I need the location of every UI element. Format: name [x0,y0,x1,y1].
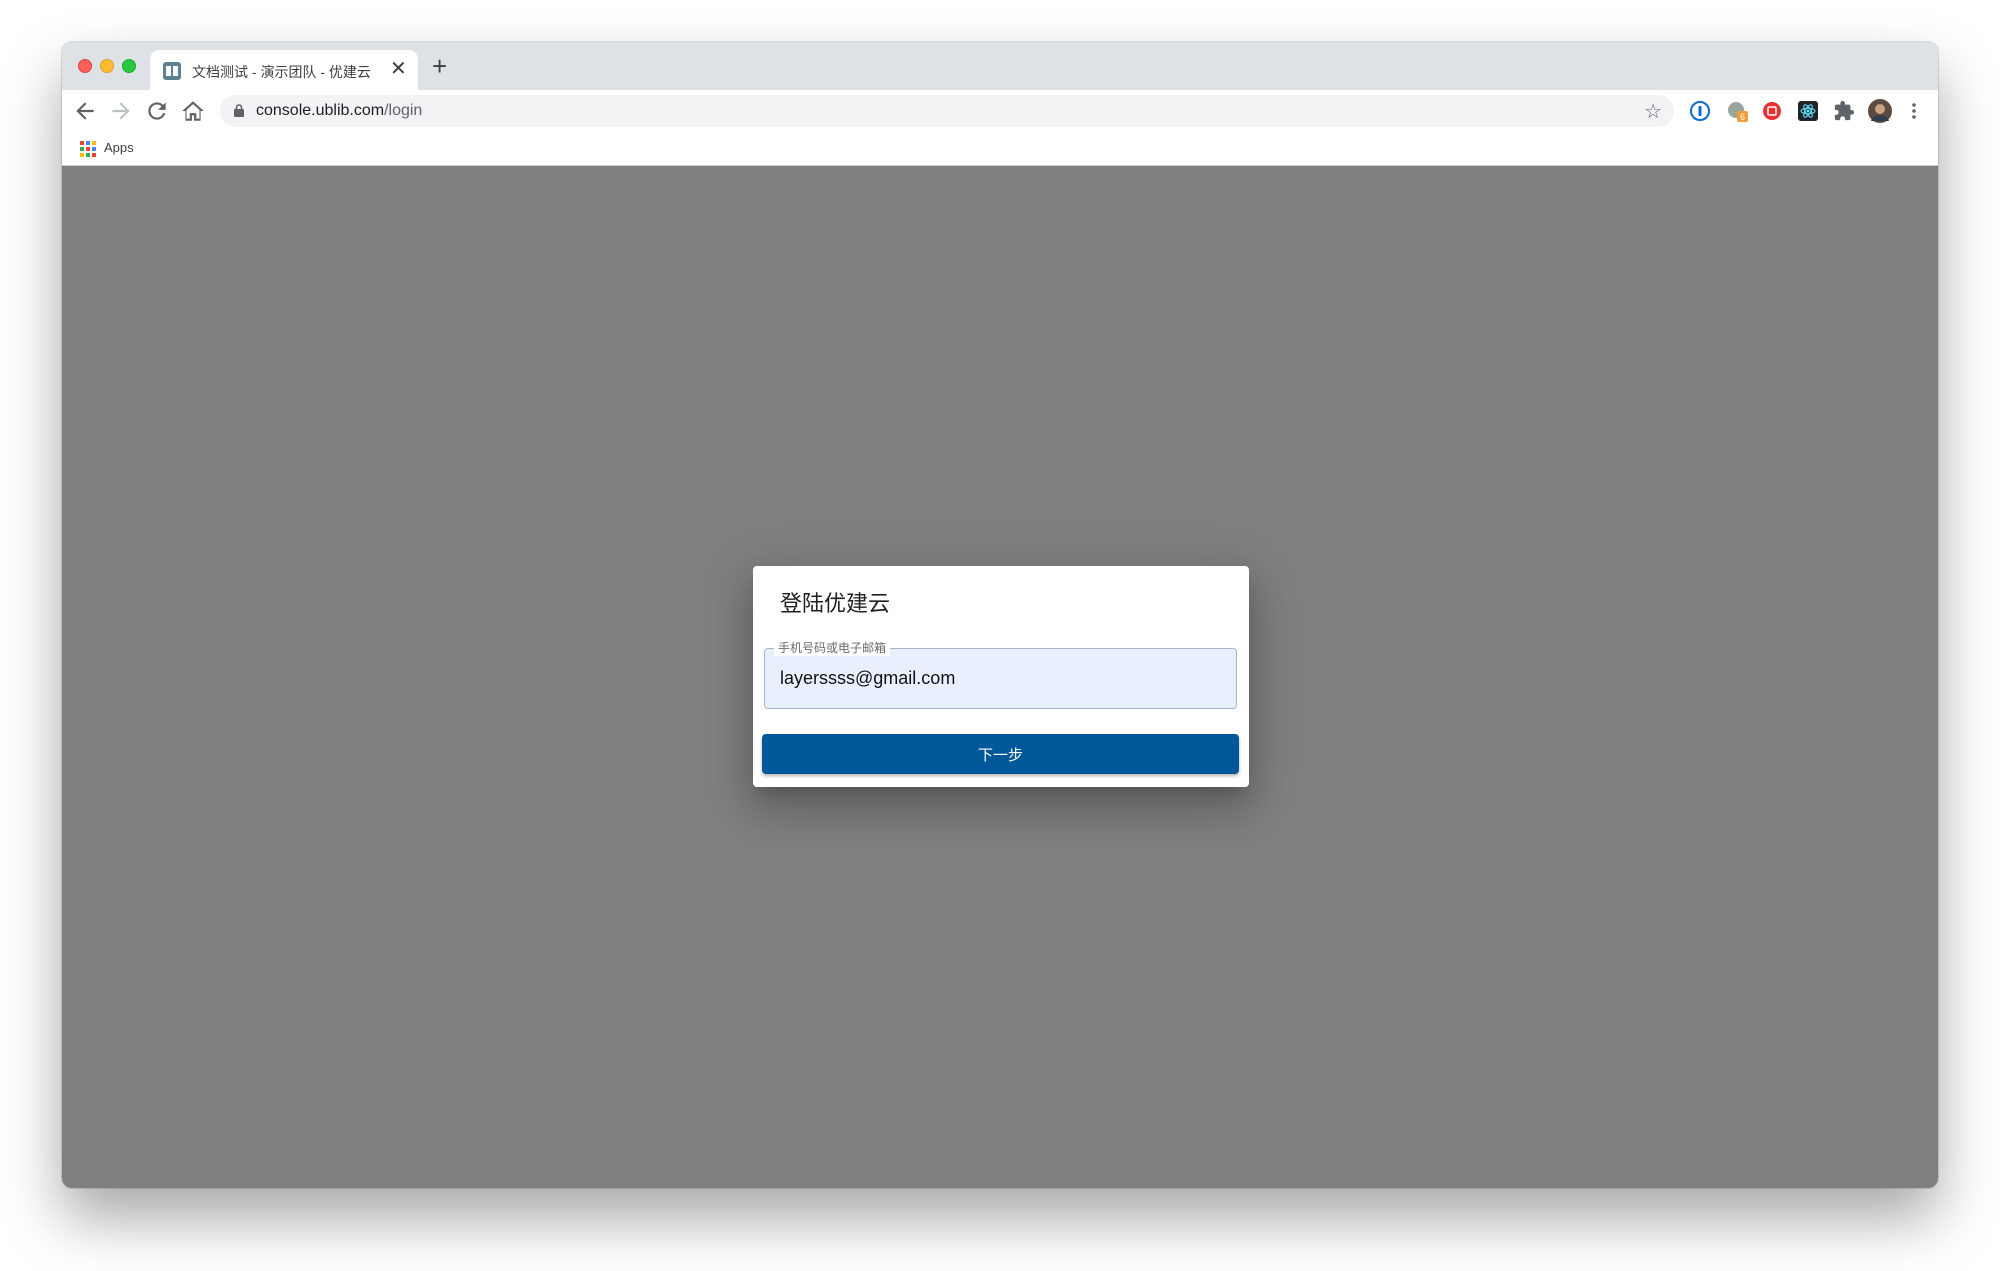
url-path: /login [384,102,423,119]
close-tab-icon[interactable]: ✕ [390,59,407,79]
dialog-title: 登陆优建云 [780,592,891,617]
account-field[interactable]: 手机号码或电子邮箱 [764,640,1237,709]
close-window-button[interactable] [78,59,92,73]
new-tab-button[interactable]: + [432,53,447,79]
badge-extension-icon[interactable]: 6 [1726,100,1748,122]
tab-strip: 文档测试 - 演示团队 - 优建云 ✕ + [62,42,1938,90]
home-icon[interactable] [180,98,206,124]
book-favicon-icon [163,62,181,80]
bookmark-star-icon[interactable]: ☆ [1644,99,1662,124]
account-field-label: 手机号码或电子邮箱 [774,640,891,656]
url-host: console.ublib.com [256,102,385,119]
react-devtools-icon[interactable] [1797,100,1819,122]
extension-badge-count: 6 [1740,112,1745,122]
account-input[interactable] [780,668,1220,689]
next-button[interactable]: 下一步 [762,734,1239,774]
tab-title: 文档测试 - 演示团队 - 优建云 [192,64,371,80]
red-extension-icon[interactable] [1761,100,1783,122]
puzzle-extensions-icon[interactable] [1833,100,1855,122]
back-arrow-icon[interactable] [72,98,98,124]
menu-dots-icon[interactable] [1903,100,1925,122]
bookmark-apps[interactable]: Apps [104,140,134,155]
profile-avatar[interactable] [1868,99,1892,123]
page-backdrop: 登陆优建云 手机号码或电子邮箱 下一步 [62,166,1938,1188]
lock-icon[interactable] [234,104,244,117]
address-bar[interactable]: console.ublib.com/login ☆ [220,95,1674,127]
url-text: console.ublib.com/login [256,102,422,120]
tab-active[interactable]: 文档测试 - 演示团队 - 优建云 ✕ [150,50,418,90]
browser-window: 文档测试 - 演示团队 - 优建云 ✕ + console.ublib.com/… [62,42,1938,1188]
reload-icon[interactable] [144,98,170,124]
minimize-window-button[interactable] [100,59,114,73]
1password-icon[interactable] [1689,100,1711,122]
apps-grid-icon[interactable] [80,141,96,157]
bookmarks-bar: Apps [62,132,1938,166]
maximize-window-button[interactable] [122,59,136,73]
login-dialog: 登陆优建云 手机号码或电子邮箱 下一步 [753,566,1249,787]
browser-toolbar: console.ublib.com/login ☆ 6 [62,90,1938,132]
forward-arrow-icon[interactable] [108,98,134,124]
